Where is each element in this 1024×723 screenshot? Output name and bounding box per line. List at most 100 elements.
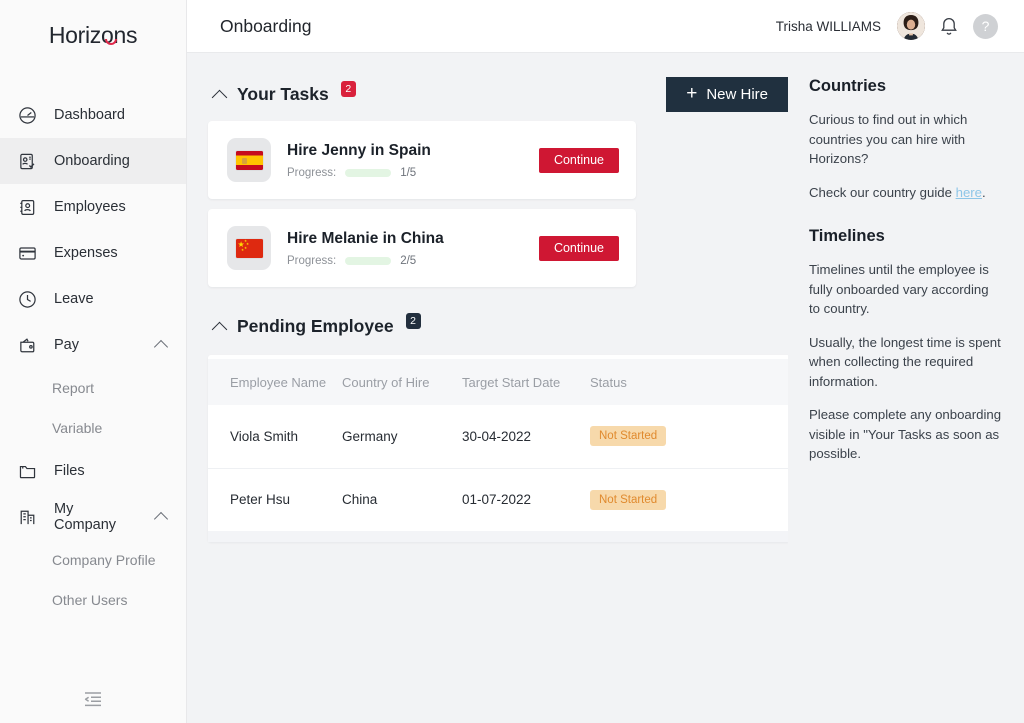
country-guide-link[interactable]: here xyxy=(956,185,982,200)
task-progress: Progress: 1/5 xyxy=(287,167,523,179)
sidebar-item-pay[interactable]: Pay xyxy=(0,322,186,368)
task-progress: Progress: 2/5 xyxy=(287,255,523,267)
topbar-actions: Trisha WILLIAMS ? xyxy=(776,12,998,40)
cell-target-start-date: 01-07-2022 xyxy=(462,468,590,531)
flag-china-tile: ★★★★★ xyxy=(227,226,271,270)
cell-employee-name: Viola Smith xyxy=(208,405,342,468)
your-tasks-count-badge: 2 xyxy=(341,81,356,97)
continue-button[interactable]: Continue xyxy=(539,236,619,261)
sidebar-item-label: My Company xyxy=(54,501,139,533)
timelines-paragraph-1: Timelines until the employee is fully on… xyxy=(809,260,1002,319)
sidebar-subitem-company-profile[interactable]: Company Profile xyxy=(0,540,186,580)
sidebar-item-onboarding[interactable]: Onboarding xyxy=(0,138,186,184)
table-header: Employee Name Country of Hire Target Sta… xyxy=(208,359,788,405)
onboarding-content: Your Tasks 2 + New Hire Hire Jenny in Sp… xyxy=(187,53,788,723)
credit-card-icon xyxy=(17,243,37,263)
cell-country-of-hire: China xyxy=(342,468,462,531)
sidebar-item-label: Files xyxy=(54,463,186,479)
sidebar-item-label: Pay xyxy=(54,337,139,353)
continue-button[interactable]: Continue xyxy=(539,148,619,173)
flag-china-icon: ★★★★★ xyxy=(236,239,263,258)
progress-count: 2/5 xyxy=(400,255,416,267)
sidebar-subitem-report[interactable]: Report xyxy=(0,368,186,408)
sidebar-item-label: Onboarding xyxy=(54,153,186,169)
table-header-row: Employee Name Country of Hire Target Sta… xyxy=(208,359,788,405)
task-title: Hire Jenny in Spain xyxy=(287,142,523,160)
task-card[interactable]: ★★★★★ Hire Melanie in China Progress: 2/… xyxy=(208,209,636,287)
pending-employee-section-header: Pending Employee 2 xyxy=(187,309,788,343)
sidebar-subitem-other-users[interactable]: Other Users xyxy=(0,580,186,620)
task-card-body: Hire Jenny in Spain Progress: 1/5 xyxy=(287,142,523,179)
brand-logo[interactable]: Horizons xyxy=(0,0,186,56)
pending-employee-table: Employee Name Country of Hire Target Sta… xyxy=(208,359,788,531)
sidebar-item-employees[interactable]: Employees xyxy=(0,184,186,230)
country-guide-period: . xyxy=(982,185,986,200)
sidebar-subitem-label: Other Users xyxy=(52,592,127,608)
collapse-sidebar-button[interactable] xyxy=(0,690,186,713)
table-row[interactable]: Peter Hsu China 01-07-2022 Not Started xyxy=(208,468,788,531)
table-row[interactable]: Viola Smith Germany 30-04-2022 Not Start… xyxy=(208,405,788,468)
pending-employee-title: Pending Employee xyxy=(237,316,394,337)
your-tasks-title: Your Tasks xyxy=(237,84,329,105)
table-footer-strip xyxy=(208,531,788,542)
table-body: Viola Smith Germany 30-04-2022 Not Start… xyxy=(208,405,788,531)
pending-employee-table-card: Employee Name Country of Hire Target Sta… xyxy=(208,355,788,542)
user-avatar[interactable] xyxy=(897,12,925,40)
column-header-target-start-date[interactable]: Target Start Date xyxy=(462,359,590,405)
sidebar-item-my-company[interactable]: My Company xyxy=(0,494,186,540)
sidebar-subitem-label: Report xyxy=(52,380,94,396)
user-name: Trisha WILLIAMS xyxy=(776,19,881,34)
collapse-sidebar-icon xyxy=(82,690,104,713)
task-card[interactable]: Hire Jenny in Spain Progress: 1/5 Contin… xyxy=(208,121,636,199)
countries-paragraph: Curious to find out in which countries y… xyxy=(809,110,1002,169)
sidebar: Horizons Dashboard xyxy=(0,0,187,723)
status-badge: Not Started xyxy=(590,490,666,510)
new-hire-button[interactable]: + New Hire xyxy=(666,77,788,112)
status-badge: Not Started xyxy=(590,426,666,446)
sidebar-subitem-label: Company Profile xyxy=(52,552,156,568)
flag-spain-icon xyxy=(236,151,263,170)
pending-employee-count-badge: 2 xyxy=(406,313,421,329)
page-title: Onboarding xyxy=(220,16,311,37)
sidebar-item-expenses[interactable]: Expenses xyxy=(0,230,186,276)
progress-count: 1/5 xyxy=(400,167,416,179)
country-guide-paragraph: Check our country guide here. xyxy=(809,183,1002,203)
app-root: Horizons Dashboard xyxy=(0,0,1024,723)
chevron-up-icon[interactable] xyxy=(154,340,168,354)
building-icon xyxy=(17,507,37,527)
timelines-heading: Timelines xyxy=(809,227,1002,246)
id-card-check-icon xyxy=(17,151,37,171)
sidebar-item-leave[interactable]: Leave xyxy=(0,276,186,322)
progress-label: Progress: xyxy=(287,167,336,179)
chevron-up-icon[interactable] xyxy=(212,89,228,105)
clock-icon xyxy=(17,289,37,309)
cell-target-start-date: 30-04-2022 xyxy=(462,405,590,468)
plus-icon: + xyxy=(686,84,697,103)
topbar: Onboarding Trisha WILLIAMS xyxy=(187,0,1024,53)
sidebar-item-label: Dashboard xyxy=(54,107,186,123)
sidebar-item-label: Expenses xyxy=(54,245,186,261)
your-tasks-section-header: Your Tasks 2 + New Hire xyxy=(187,77,788,111)
progress-label: Progress: xyxy=(287,255,336,267)
task-card-body: Hire Melanie in China Progress: 2/5 xyxy=(287,230,523,267)
chevron-up-icon[interactable] xyxy=(154,512,168,526)
sidebar-item-files[interactable]: Files xyxy=(0,448,186,494)
chevron-up-icon[interactable] xyxy=(212,321,228,337)
main-area: Onboarding Trisha WILLIAMS xyxy=(187,0,1024,723)
country-guide-text: Check our country guide xyxy=(809,185,956,200)
contact-card-icon xyxy=(17,197,37,217)
timelines-paragraph-3: Please complete any onboarding visible i… xyxy=(809,405,1002,464)
help-button[interactable]: ? xyxy=(973,14,998,39)
task-title: Hire Melanie in China xyxy=(287,230,523,248)
sidebar-subitem-label: Variable xyxy=(52,420,102,436)
column-header-status[interactable]: Status xyxy=(590,359,788,405)
sidebar-item-dashboard[interactable]: Dashboard xyxy=(0,92,186,138)
progress-bar xyxy=(345,169,391,177)
column-header-employee-name[interactable]: Employee Name xyxy=(208,359,342,405)
cell-employee-name: Peter Hsu xyxy=(208,468,342,531)
notification-bell-icon[interactable] xyxy=(939,16,959,37)
sidebar-item-label: Employees xyxy=(54,199,186,215)
column-header-country-of-hire[interactable]: Country of Hire xyxy=(342,359,462,405)
sidebar-subitem-variable[interactable]: Variable xyxy=(0,408,186,448)
cell-status: Not Started xyxy=(590,405,788,468)
